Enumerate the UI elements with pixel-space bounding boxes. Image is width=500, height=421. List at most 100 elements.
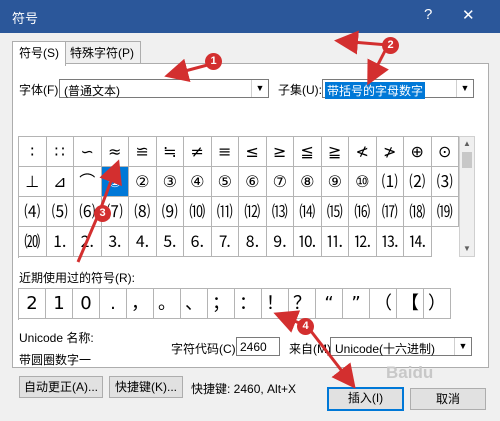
symbol-cell[interactable]: ⒈ [46, 227, 74, 257]
recent-symbol-cell[interactable]: 。 [154, 289, 181, 319]
chevron-down-icon[interactable]: ▼ [251, 80, 268, 97]
symbol-cell[interactable]: ① [101, 167, 129, 197]
symbol-cell[interactable]: ⑽ [184, 197, 212, 227]
scroll-up-icon[interactable]: ▲ [460, 137, 474, 151]
symbol-cell[interactable]: ② [129, 167, 157, 197]
symbol-grid-scrollbar[interactable]: ▲ ▼ [459, 136, 475, 257]
subset-select[interactable]: 带括号的字母数字 ▼ [322, 79, 474, 99]
symbol-cell[interactable]: ⊙ [431, 137, 459, 167]
symbol-cell[interactable]: ⑵ [404, 167, 432, 197]
symbol-cell[interactable]: ④ [184, 167, 212, 197]
symbol-cell[interactable]: ≤ [239, 137, 267, 167]
tab-special-characters[interactable]: 特殊字符(P) [63, 41, 141, 64]
symbol-cell[interactable]: ≯ [376, 137, 404, 167]
symbol-cell[interactable]: ≈ [101, 137, 129, 167]
symbol-cell[interactable]: ≌ [129, 137, 157, 167]
symbol-cell[interactable]: ⒅ [404, 197, 432, 227]
recent-symbol-cell[interactable]: 【 [397, 289, 424, 319]
symbol-cell[interactable]: ⒎ [211, 227, 239, 257]
recent-symbol-cell[interactable]: 1 [46, 289, 73, 319]
symbol-cell[interactable]: ⑤ [211, 167, 239, 197]
symbol-cell[interactable]: ≧ [321, 137, 349, 167]
recent-symbol-cell[interactable]: 、 [181, 289, 208, 319]
chevron-down-icon[interactable]: ▼ [454, 338, 471, 355]
symbol-cell[interactable]: ≦ [294, 137, 322, 167]
scroll-down-icon[interactable]: ▼ [460, 242, 474, 256]
symbol-cell[interactable]: ⒃ [349, 197, 377, 227]
symbol-cell[interactable]: ⑶ [431, 167, 459, 197]
symbol-cell[interactable]: ⒑ [294, 227, 322, 257]
from-select[interactable]: Unicode(十六进制) ▼ [330, 337, 472, 356]
from-value: Unicode(十六进制) [335, 342, 436, 356]
symbol-cell[interactable]: ⒍ [184, 227, 212, 257]
help-button[interactable]: ? [424, 6, 432, 23]
char-code-field[interactable] [236, 337, 280, 356]
scroll-thumb[interactable] [462, 152, 472, 168]
symbol-cell[interactable]: ⑷ [19, 197, 47, 227]
symbol-cell[interactable]: ≠ [184, 137, 212, 167]
symbol-cell[interactable]: ⒉ [74, 227, 102, 257]
symbol-cell[interactable]: ⒆ [431, 197, 459, 227]
recent-symbol-cell[interactable]: ， [127, 289, 154, 319]
recent-symbol-cell[interactable]: ” [343, 289, 370, 319]
symbol-cell[interactable]: ⒐ [266, 227, 294, 257]
symbol-cell[interactable]: ∷ [46, 137, 74, 167]
symbol-cell[interactable]: ⒌ [156, 227, 184, 257]
watermark-logo: Bai​du [386, 363, 434, 382]
symbol-cell[interactable]: ⒊ [101, 227, 129, 257]
recent-symbol-cell[interactable]: 0 [73, 289, 100, 319]
recent-symbol-cell[interactable]: . [100, 289, 127, 319]
recent-symbol-cell[interactable]: 2 [19, 289, 46, 319]
symbol-cell[interactable]: ⑩ [349, 167, 377, 197]
close-icon[interactable]: ✕ [462, 6, 475, 24]
insert-button[interactable]: 插入(I) [327, 387, 404, 411]
symbol-cell[interactable]: ⊿ [46, 167, 74, 197]
symbol-cell[interactable]: ⑨ [321, 167, 349, 197]
symbol-cell[interactable]: ⊥ [19, 167, 47, 197]
symbol-cell[interactable]: ⒄ [376, 197, 404, 227]
font-select[interactable]: (普通文本) ▼ [59, 79, 269, 98]
chevron-down-icon[interactable]: ▼ [456, 80, 473, 97]
shortcut-key-button[interactable]: 快捷键(K)... [109, 376, 183, 398]
symbol-cell[interactable]: ≒ [156, 137, 184, 167]
autocorrect-button[interactable]: 自动更正(A)... [19, 376, 103, 398]
symbol-cell[interactable]: ⒒ [321, 227, 349, 257]
symbol-cell[interactable]: ⒁ [294, 197, 322, 227]
recent-symbol-cell[interactable]: ？ [289, 289, 316, 319]
symbol-cell[interactable]: ≮ [349, 137, 377, 167]
symbol-cell[interactable]: ⒓ [349, 227, 377, 257]
symbol-cell[interactable]: ③ [156, 167, 184, 197]
symbol-cell[interactable]: ⒂ [321, 197, 349, 227]
symbol-cell[interactable]: ≥ [266, 137, 294, 167]
symbol-cell[interactable]: ⒋ [129, 227, 157, 257]
recent-symbol-cell[interactable]: “ [316, 289, 343, 319]
recent-symbol-cell[interactable]: （ [370, 289, 397, 319]
symbol-cell[interactable]: ≡ [211, 137, 239, 167]
recent-symbol-cell[interactable]: ） [424, 289, 451, 319]
recent-symbol-cell[interactable]: ； [208, 289, 235, 319]
symbol-cell[interactable]: ⊕ [404, 137, 432, 167]
symbol-cell[interactable]: ⑧ [294, 167, 322, 197]
symbol-cell[interactable]: ⒕ [404, 227, 432, 257]
symbol-cell[interactable]: ⑦ [266, 167, 294, 197]
cancel-button[interactable]: 取消 [410, 388, 486, 410]
recent-symbol-cell[interactable]: ！ [262, 289, 289, 319]
symbol-cell[interactable]: ⒏ [239, 227, 267, 257]
symbol-cell[interactable]: ⑾ [211, 197, 239, 227]
symbol-cell[interactable]: ⒔ [376, 227, 404, 257]
unicode-name-label: Unicode 名称: [19, 331, 94, 345]
char-code-input[interactable] [237, 338, 279, 355]
recent-symbol-cell[interactable]: ： [235, 289, 262, 319]
symbol-cell[interactable]: ∶ [19, 137, 47, 167]
symbol-cell[interactable]: ⒀ [266, 197, 294, 227]
symbol-cell[interactable]: ∽ [74, 137, 102, 167]
symbol-cell[interactable]: ⑥ [239, 167, 267, 197]
tab-symbols[interactable]: 符号(S) [12, 41, 66, 66]
symbol-cell[interactable]: ⒇ [19, 227, 47, 257]
symbol-cell[interactable]: ⑴ [376, 167, 404, 197]
symbol-cell[interactable]: ⑼ [156, 197, 184, 227]
symbol-cell[interactable]: ⑸ [46, 197, 74, 227]
symbol-cell[interactable]: ⑻ [129, 197, 157, 227]
symbol-cell[interactable]: ⑿ [239, 197, 267, 227]
symbol-cell[interactable]: ⌒ [74, 167, 102, 197]
